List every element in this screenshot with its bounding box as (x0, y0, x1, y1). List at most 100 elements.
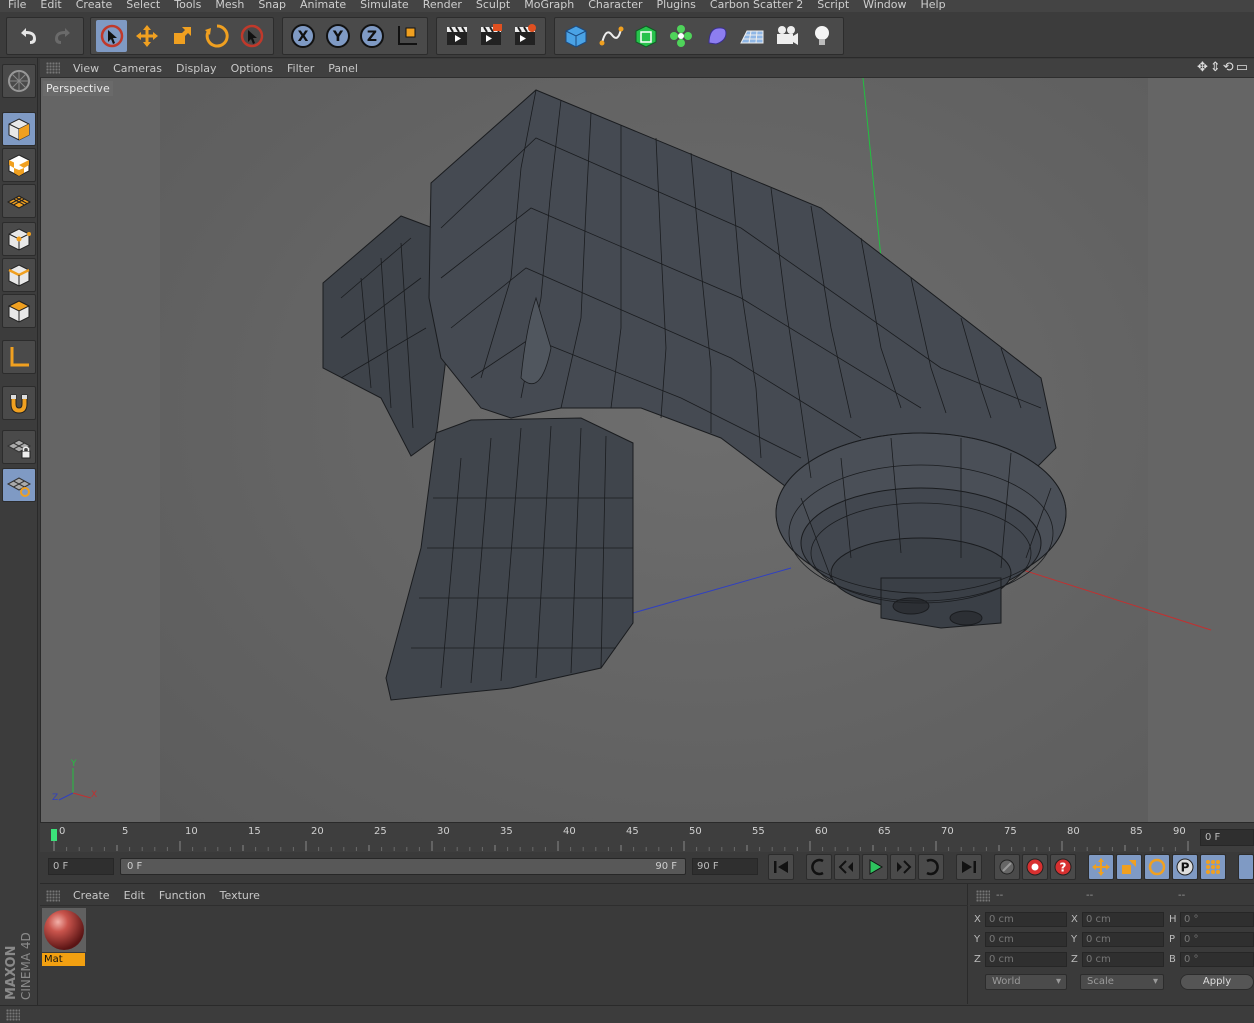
prev-frame-button[interactable] (834, 854, 860, 880)
menu-select[interactable]: Select (118, 0, 166, 11)
record-active-objects-button[interactable] (994, 854, 1020, 880)
material-menu-create[interactable]: Create (66, 889, 117, 902)
playhead-marker[interactable] (51, 829, 57, 841)
live-selection-button[interactable] (96, 20, 128, 52)
coordinate-system-button[interactable] (392, 20, 423, 52)
viewport-menu-display[interactable]: Display (169, 62, 224, 75)
key-scale-button[interactable] (1116, 854, 1142, 880)
subdivision-surface-button[interactable] (631, 20, 662, 52)
deformer-button[interactable] (701, 20, 732, 52)
viewport-menu-view[interactable]: View (66, 62, 106, 75)
panel-grip-icon[interactable] (976, 889, 990, 902)
material-menu-edit[interactable]: Edit (117, 889, 152, 902)
size-z-field[interactable]: 0 cm (1082, 952, 1164, 967)
pos-z-field[interactable]: 0 cm (985, 952, 1067, 967)
locked-workplane-button[interactable] (2, 430, 36, 464)
make-editable-button[interactable] (2, 64, 36, 98)
texture-mode-button[interactable] (2, 148, 36, 182)
menu-tools[interactable]: Tools (166, 0, 207, 11)
redo-button[interactable] (47, 20, 78, 52)
size-y-field[interactable]: 0 cm (1082, 932, 1164, 947)
menu-render[interactable]: Render (415, 0, 468, 11)
menu-carbon-scatter[interactable]: Carbon Scatter 2 (702, 0, 809, 11)
play-forward-button[interactable] (862, 854, 888, 880)
key-position-button[interactable] (1088, 854, 1114, 880)
axis-mode-button[interactable] (2, 340, 36, 374)
timeline-ruler[interactable]: 0 5 10 15 20 25 30 35 40 45 50 55 60 65 70 75 80 85 90 0 F (40, 822, 1254, 852)
menu-window[interactable]: Window (855, 0, 912, 11)
menu-script[interactable]: Script (809, 0, 855, 11)
y-axis-lock-button[interactable]: Y (323, 20, 354, 52)
viewport-menu-cameras[interactable]: Cameras (106, 62, 169, 75)
panel-grip-icon[interactable] (46, 889, 60, 902)
rot-h-field[interactable]: 0 ° (1180, 912, 1254, 927)
size-x-field[interactable]: 0 cm (1082, 912, 1164, 927)
next-keyframe-button[interactable] (918, 854, 944, 880)
rot-p-field[interactable]: 0 ° (1180, 932, 1254, 947)
go-to-end-button[interactable] (956, 854, 982, 880)
menu-plugins[interactable]: Plugins (649, 0, 702, 11)
key-rotation-button[interactable] (1144, 854, 1170, 880)
cube-object-button[interactable] (560, 20, 591, 52)
scale-tool-button[interactable] (166, 20, 197, 52)
coordinate-space-select[interactable]: World ▾ (985, 974, 1067, 990)
menu-edit[interactable]: Edit (32, 0, 67, 11)
range-slider[interactable]: 0 F 90 F (120, 858, 686, 875)
menu-file[interactable]: File (0, 0, 32, 11)
material-menu-function[interactable]: Function (152, 889, 213, 902)
menu-mesh[interactable]: Mesh (207, 0, 250, 11)
orbit-view-icon[interactable]: ⟲ (1223, 60, 1234, 75)
panel-grip-icon[interactable] (46, 62, 60, 74)
pos-y-field[interactable]: 0 cm (985, 932, 1067, 947)
x-axis-lock-button[interactable]: X (288, 20, 319, 52)
key-parameter-button[interactable]: P (1172, 854, 1198, 880)
rot-b-field[interactable]: 0 ° (1180, 952, 1254, 967)
viewport-menu-panel[interactable]: Panel (321, 62, 365, 75)
move-tool-button[interactable] (131, 20, 162, 52)
apply-button[interactable]: Apply (1180, 974, 1254, 990)
menu-character[interactable]: Character (580, 0, 648, 11)
key-pla-button[interactable] (1200, 854, 1226, 880)
3d-viewport[interactable]: Perspective Y Z X (40, 78, 1254, 822)
edges-mode-button[interactable] (2, 258, 36, 292)
viewport-menu-options[interactable]: Options (224, 62, 280, 75)
zoom-view-icon[interactable]: ⇕ (1210, 60, 1221, 75)
polygons-mode-button[interactable] (2, 294, 36, 328)
prev-keyframe-button[interactable] (806, 854, 832, 880)
camera-object-button[interactable] (772, 20, 803, 52)
next-frame-button[interactable] (890, 854, 916, 880)
toggle-view-icon[interactable]: ▭ (1236, 60, 1248, 75)
render-settings-button[interactable] (510, 20, 540, 52)
menu-help[interactable]: Help (913, 0, 952, 11)
autokeying-button[interactable] (1022, 854, 1048, 880)
material-name-label[interactable]: Mat (42, 953, 85, 966)
menu-simulate[interactable]: Simulate (352, 0, 415, 11)
panel-grip-icon[interactable] (6, 1009, 20, 1021)
undo-button[interactable] (12, 20, 43, 52)
workplane-mode-button[interactable] (2, 184, 36, 218)
start-frame-field[interactable]: 0 F (48, 858, 114, 875)
menu-snap[interactable]: Snap (250, 0, 292, 11)
light-object-button[interactable] (807, 20, 838, 52)
go-to-start-button[interactable] (768, 854, 794, 880)
cloner-button[interactable] (666, 20, 697, 52)
menu-animate[interactable]: Animate (292, 0, 352, 11)
z-axis-lock-button[interactable]: Z (357, 20, 388, 52)
timeline-more-button[interactable] (1238, 854, 1254, 880)
size-mode-select[interactable]: Scale ▾ (1080, 974, 1164, 990)
spline-object-button[interactable] (595, 20, 626, 52)
current-frame-field[interactable]: 0 F (1200, 829, 1254, 846)
pos-x-field[interactable]: 0 cm (985, 912, 1067, 927)
render-picture-viewer-button[interactable] (476, 20, 506, 52)
floor-object-button[interactable] (736, 20, 767, 52)
rotate-tool-button[interactable] (202, 20, 233, 52)
last-tool-button[interactable] (237, 20, 268, 52)
material-menu-texture[interactable]: Texture (213, 889, 267, 902)
menu-mograph[interactable]: MoGraph (516, 0, 580, 11)
keyframe-selection-button[interactable]: ? (1050, 854, 1076, 880)
model-mode-button[interactable] (2, 112, 36, 146)
points-mode-button[interactable] (2, 222, 36, 256)
menu-create[interactable]: Create (68, 0, 119, 11)
pan-view-icon[interactable]: ✥ (1197, 60, 1208, 75)
end-frame-field[interactable]: 90 F (692, 858, 758, 875)
